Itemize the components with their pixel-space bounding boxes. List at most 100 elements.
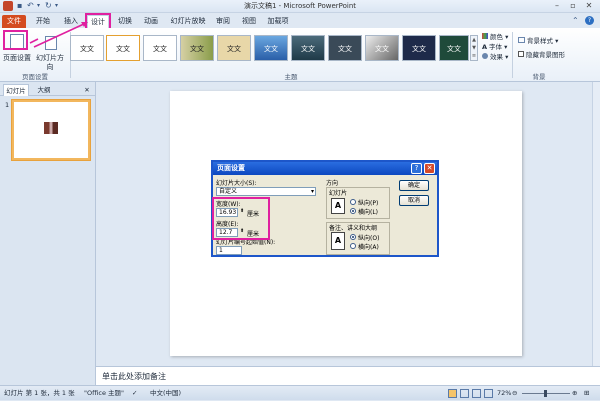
slides-pane: 幻灯片 大纲 ✕ 1 — [0, 82, 96, 385]
zoom-in-icon[interactable]: ⊕ — [572, 386, 577, 401]
slides-landscape-label: 横向(L) — [358, 209, 379, 216]
tab-review[interactable]: 审阅 — [212, 15, 234, 28]
slides-portrait-radio[interactable] — [350, 199, 356, 205]
hide-background-label: 隐藏背景图形 — [526, 51, 565, 59]
title-bar: 演示文稿1 - Microsoft PowerPoint ▪ ↶ ▾ ↻ ▾ –… — [0, 0, 600, 13]
notes-pane[interactable]: 单击此处添加备注 — [96, 366, 600, 385]
background-styles-label: 背景样式 — [527, 37, 553, 45]
tab-view[interactable]: 视图 — [238, 15, 260, 28]
slide-thumbnail[interactable] — [12, 100, 90, 160]
tab-addins[interactable]: 加载项 — [264, 15, 292, 28]
save-icon[interactable]: ▪ — [17, 1, 22, 11]
group-label-background: 背景 — [532, 73, 546, 81]
ok-button[interactable]: 确定 — [399, 180, 429, 191]
ribbon-tabs: 文件 开始 插入 设计 切换 动画 幻灯片放映 审阅 视图 加载项 ⌃ ? — [0, 13, 600, 30]
tab-transitions[interactable]: 切换 — [114, 15, 136, 28]
notes-landscape-radio[interactable] — [350, 243, 356, 249]
zoom-slider-thumb[interactable] — [544, 390, 547, 397]
undo-dropdown-icon[interactable]: ▾ — [37, 1, 40, 11]
orientation-group-label: 方向 — [326, 180, 339, 187]
customize-quick-access-icon[interactable]: ▾ — [55, 1, 58, 11]
zoom-level[interactable]: 72% — [497, 386, 511, 401]
tab-insert[interactable]: 插入 — [60, 15, 82, 28]
notes-group-label: 备注、讲义和大纲 — [329, 225, 378, 232]
window-title: 演示文稿1 - Microsoft PowerPoint — [243, 2, 357, 10]
slides-landscape-radio[interactable] — [350, 208, 356, 214]
slide-info: 幻灯片 第 1 张，共 1 张 — [4, 389, 75, 397]
theme-4[interactable]: 文文 — [180, 35, 214, 61]
notes-orientation-preview-icon: A — [331, 232, 345, 250]
fonts-icon: A — [482, 43, 488, 51]
themes-scroll[interactable]: ▲ ▼ ≡ — [470, 35, 478, 61]
ribbon: 页面设置 幻灯片方向 页面设置 文文 文文 文文 文文 文文 文文 文文 文文 … — [0, 28, 600, 82]
normal-view-icon[interactable] — [448, 389, 457, 398]
notes-portrait-radio[interactable] — [350, 234, 356, 240]
dialog-close-button[interactable]: ✕ — [424, 163, 435, 174]
group-label-themes: 主题 — [284, 73, 298, 81]
spellcheck-icon[interactable]: ✓ — [132, 386, 140, 401]
theme-office[interactable]: 文文 — [70, 35, 104, 61]
slide-sorter-icon[interactable] — [460, 389, 469, 398]
fonts-button[interactable]: A 字体 ▾ — [482, 43, 507, 52]
cancel-button[interactable]: 取消 — [399, 195, 429, 206]
checkbox-icon — [518, 51, 524, 57]
slide-orientation-label: 幻灯片方向 — [36, 54, 64, 71]
slide-number: 1 — [5, 101, 10, 109]
notes-placeholder: 单击此处添加备注 — [102, 372, 166, 381]
tab-outline[interactable]: 大纲 — [32, 84, 56, 96]
slide-size-select[interactable]: 自定义 ▾ — [216, 187, 316, 196]
slide-size-label: 幻灯片大小(S): — [216, 180, 257, 187]
slideshow-view-icon[interactable] — [484, 389, 493, 398]
undo-icon[interactable]: ↶ — [27, 1, 34, 11]
slides-pane-tabs: 幻灯片 大纲 ✕ — [0, 82, 96, 96]
colors-button[interactable]: 颜色 ▾ — [482, 33, 508, 42]
reading-view-icon[interactable] — [472, 389, 481, 398]
dialog-help-button[interactable]: ? — [411, 163, 422, 174]
theme-10[interactable]: 文文 — [402, 35, 436, 61]
minimize-button[interactable]: – — [550, 1, 564, 11]
effects-button[interactable]: 效果 ▾ — [482, 53, 508, 62]
hide-background-checkbox[interactable]: 隐藏背景图形 — [518, 51, 565, 60]
theme-8[interactable]: 文文 — [328, 35, 362, 61]
theme-11[interactable]: 文文 — [439, 35, 469, 61]
close-pane-icon[interactable]: ✕ — [82, 84, 92, 96]
tab-slides[interactable]: 幻灯片 — [3, 84, 29, 96]
page-setup-highlight — [3, 30, 28, 50]
tab-slideshow[interactable]: 幻灯片放映 — [168, 15, 208, 28]
ribbon-minimize-icon[interactable]: ⌃ — [572, 16, 579, 26]
tab-home[interactable]: 开始 — [32, 15, 54, 28]
colors-icon — [482, 33, 488, 39]
theme-2[interactable]: 文文 — [106, 35, 140, 61]
slide-orientation-icon — [45, 36, 57, 50]
theme-7[interactable]: 文文 — [291, 35, 325, 61]
zoom-out-icon[interactable]: ⊖ — [512, 386, 517, 401]
colors-label: 颜色 — [490, 33, 503, 41]
notes-portrait-label: 纵向(O) — [358, 235, 380, 242]
tab-file[interactable]: 文件 — [2, 15, 26, 28]
help-icon[interactable]: ? — [585, 16, 594, 25]
maximize-button[interactable]: ▫ — [566, 1, 580, 11]
app-icon[interactable] — [3, 1, 13, 11]
redo-icon[interactable]: ↻ — [45, 1, 52, 11]
language[interactable]: 中文(中国) — [150, 386, 181, 401]
tab-animations[interactable]: 动画 — [140, 15, 162, 28]
effects-label: 效果 — [490, 53, 503, 61]
theme-3[interactable]: 文文 — [143, 35, 177, 61]
fit-window-icon[interactable]: ⊞ — [584, 386, 589, 401]
slide-orientation-preview-icon: A — [331, 198, 345, 214]
status-bar: 幻灯片 第 1 张，共 1 张 "Office 主题" ✓ 中文(中国) 72%… — [0, 385, 600, 400]
tab-design[interactable]: 设计 — [85, 13, 111, 30]
close-button[interactable]: ✕ — [582, 1, 596, 11]
background-styles-button[interactable]: 背景样式 ▾ — [518, 37, 558, 46]
effects-icon — [482, 53, 488, 59]
theme-5[interactable]: 文文 — [217, 35, 251, 61]
theme-9[interactable]: 文文 — [365, 35, 399, 61]
start-number-input[interactable]: 1 — [216, 246, 242, 255]
theme-6[interactable]: 文文 — [254, 35, 288, 61]
fonts-label: 字体 — [489, 43, 503, 51]
slide-orientation-button[interactable]: 幻灯片方向 — [33, 32, 67, 72]
dialog-title: 页面设置 — [217, 164, 245, 172]
page-setup-label: 页面设置 — [3, 54, 31, 62]
vertical-scrollbar[interactable] — [592, 82, 600, 366]
size-fields-highlight — [212, 197, 270, 240]
